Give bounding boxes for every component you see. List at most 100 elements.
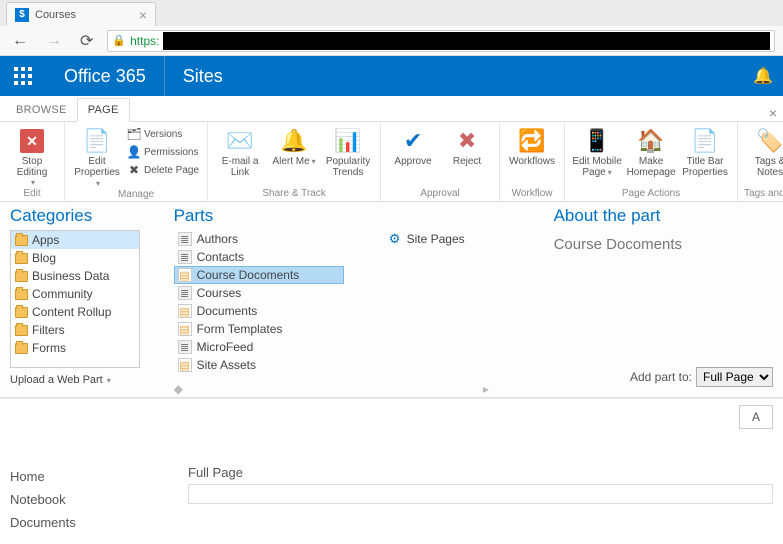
part-label: Form Templates [197, 322, 283, 336]
forward-button[interactable]: → [42, 30, 66, 52]
notifications-icon[interactable]: 🔔 [743, 66, 783, 86]
part-item[interactable]: ≣Courses [174, 284, 344, 302]
quick-launch: HomeNotebookDocuments [8, 465, 168, 534]
envelope-icon: ✉️ [226, 126, 253, 156]
category-item[interactable]: Business Data [11, 267, 139, 285]
part-item[interactable]: ≣Authors [174, 230, 344, 248]
part-item[interactable]: ▤Form Templates [174, 320, 344, 338]
category-item[interactable]: Community [11, 285, 139, 303]
part-item[interactable]: ≣ Contacts [174, 248, 344, 266]
part-item[interactable]: ▤Course Docoments [174, 266, 344, 284]
workflows-button[interactable]: 🔁Workflows [506, 124, 558, 167]
home-icon: 🏠 [637, 126, 664, 156]
workflow-icon: 🔁 [518, 126, 545, 156]
tags-notes-button[interactable]: 🏷️Tags & Notes [744, 124, 783, 178]
zone-label: Full Page [188, 465, 773, 480]
permissions-icon: 👤 [127, 145, 141, 159]
permissions-button[interactable]: 👤Permissions [125, 144, 201, 160]
close-icon[interactable]: × [139, 7, 147, 23]
parts-list: ⚙Site Pages [384, 230, 554, 374]
folder-icon [15, 289, 28, 300]
folder-icon [15, 307, 28, 318]
document-library-icon: ▤ [178, 268, 192, 282]
categories-list[interactable]: AppsBlogBusiness Data Community Content Ro… [10, 230, 140, 368]
edit-mobile-page-button[interactable]: 📱Edit Mobile Page▾ [571, 124, 623, 178]
close-icon: ✕ [20, 129, 44, 153]
category-label: Community [32, 287, 93, 301]
part-label: Authors [197, 232, 238, 246]
edit-properties-button[interactable]: 📄 Edit Properties ▾ [71, 124, 123, 189]
part-item[interactable]: ⚙Site Pages [384, 230, 554, 248]
tag-icon: 🏷️ [756, 126, 783, 156]
part-item[interactable]: ▤Documents [174, 302, 344, 320]
address-bar[interactable]: 🔒 https: [107, 30, 775, 52]
add-part-to-label: Add part to: [630, 370, 692, 384]
url-redacted [163, 32, 770, 50]
webpart-zone[interactable] [188, 484, 773, 504]
reject-icon: ✖ [458, 126, 476, 156]
suite-bar: Office 365 Sites 🔔 [0, 56, 783, 96]
ribbon-collapse-icon[interactable]: × [763, 105, 783, 121]
category-item[interactable]: Forms [11, 339, 139, 357]
part-label: Contacts [197, 250, 244, 264]
category-item[interactable]: Blog [11, 249, 139, 267]
part-item[interactable]: ≣MicroFeed [174, 338, 344, 356]
category-item[interactable]: Apps [11, 231, 139, 249]
document-library-icon: ▤ [178, 304, 192, 318]
chart-icon: 📊 [334, 126, 361, 156]
title-bar-properties-button[interactable]: 📄Title Bar Properties [679, 124, 731, 178]
url-prefix: https: [130, 34, 159, 48]
about-part-title: Course Docoments [554, 236, 773, 253]
about-header: About the part [554, 206, 773, 226]
ribbon-tab-page[interactable]: PAGE [77, 98, 130, 122]
approve-button[interactable]: ✔Approve [387, 124, 439, 167]
chevron-down-icon: ▾ [312, 157, 316, 166]
ribbon-tab-browse[interactable]: BROWSE [6, 99, 77, 121]
browser-tab[interactable]: $ Courses × [6, 2, 156, 26]
ribbon-group-tags-notes: 🏷️Tags & Notes Tags and Notes [738, 122, 783, 201]
reject-button[interactable]: ✖Reject [441, 124, 493, 167]
part-item[interactable]: ▤Site Assets [174, 356, 344, 374]
category-label: Forms [32, 341, 66, 355]
make-homepage-button[interactable]: 🏠Make Homepage [625, 124, 677, 178]
app-launcher-icon[interactable] [0, 56, 46, 96]
quick-launch-item[interactable]: Notebook [8, 488, 168, 511]
page-body: HomeNotebookDocuments Full Page [0, 435, 783, 544]
suite-app-label[interactable]: Sites [165, 66, 241, 87]
category-item[interactable]: Filters [11, 321, 139, 339]
ribbon-group-share-track: ✉️E-mail a Link 🔔Alert Me▾ 📊Popularity T… [208, 122, 381, 201]
ribbon-group-approval: ✔Approve ✖Reject Approval [381, 122, 500, 201]
gallery-button-bar: A [0, 398, 783, 435]
part-label: Site Pages [407, 232, 465, 246]
reload-button[interactable]: ⟳ [76, 29, 97, 53]
back-button[interactable]: ← [8, 30, 32, 52]
parts-nav-left-icon[interactable]: ◆ [174, 382, 183, 396]
quick-launch-item[interactable]: Home [8, 465, 168, 488]
alert-me-button[interactable]: 🔔Alert Me▾ [268, 124, 320, 167]
suite-brand[interactable]: Office 365 [46, 56, 165, 96]
quick-launch-item[interactable]: Documents [8, 511, 168, 534]
popularity-trends-button[interactable]: 📊Popularity Trends [322, 124, 374, 178]
add-part-to-select[interactable]: Full Page [696, 367, 773, 387]
folder-icon [15, 343, 28, 354]
upload-web-part-link[interactable]: Upload a Web Part ▾ [10, 374, 156, 386]
document-library-icon: ▤ [178, 358, 192, 372]
versions-button[interactable]: 🗂Versions [125, 126, 201, 142]
tab-favicon: $ [15, 8, 29, 22]
category-item[interactable]: Content Rollup [11, 303, 139, 321]
email-link-button[interactable]: ✉️E-mail a Link [214, 124, 266, 178]
parts-nav-right-icon[interactable]: ▸ [483, 382, 489, 396]
add-button[interactable]: A [739, 405, 773, 429]
parts-column: Parts ≣Authors≣Contacts▤Course Docoments… [174, 206, 554, 393]
list-icon: ≣ [178, 340, 192, 354]
webpart-gallery: Categories AppsBlogBusiness DataCommunit… [0, 202, 783, 398]
stop-editing-button[interactable]: ✕ Stop Editing ▾ [6, 124, 58, 187]
tab-title: Courses [35, 9, 76, 21]
ribbon-group-edit: ✕ Stop Editing ▾ Edit [0, 122, 65, 201]
chevron-down-icon: ▾ [96, 179, 100, 188]
folder-icon [15, 325, 28, 336]
ribbon-group-workflow: 🔁Workflows Workflow [500, 122, 565, 201]
bell-icon: 🔔 [280, 126, 307, 156]
delete-page-button[interactable]: ✖Delete Page [125, 162, 201, 178]
list-icon: ≣ [178, 250, 192, 264]
